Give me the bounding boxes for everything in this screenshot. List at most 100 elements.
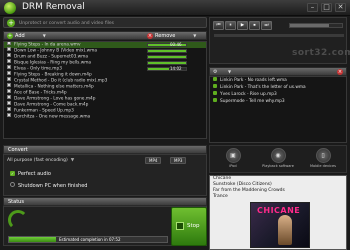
plus-icon: +: [7, 19, 15, 27]
file-name: Drum and Buzz - Supernet03.wma: [14, 54, 88, 60]
file-progress-fill: [148, 56, 186, 58]
status-section-header: Status: [3, 197, 207, 206]
disc-icon: ◉: [270, 148, 286, 163]
chevron-down-icon[interactable]: ▼: [228, 69, 231, 74]
radio-icon: [10, 182, 15, 187]
playlist-item[interactable]: Supermode - Tell me why.mp3: [210, 98, 346, 105]
file-name: Crystal Method - Do it (club radio mix).…: [14, 78, 108, 84]
volume-slider[interactable]: [289, 23, 343, 28]
device-shortcuts: ▣ iPod ◉ Playback software ▯ Mobile devi…: [209, 145, 347, 173]
playlist-item[interactable]: Linkin Park - That's the letter of us.wm…: [210, 84, 346, 91]
checkbox-icon[interactable]: [7, 59, 11, 63]
check-icon: [213, 77, 217, 81]
remove-icon: ×: [147, 33, 153, 39]
checkbox-icon[interactable]: [7, 53, 11, 57]
add-files-hint: Unprotect or convert audio and video fil…: [19, 21, 115, 26]
file-name: Metallica - Nothing else matters.m4p: [14, 84, 94, 90]
minimize-button[interactable]: –: [307, 3, 318, 12]
cover-brand: CHICANE: [257, 206, 301, 215]
left-panel: + Unprotect or convert audio and video f…: [3, 17, 207, 250]
playlist-item[interactable]: Yves Larock - Rise up.mp3: [210, 91, 346, 98]
convert-panel: All purpose (fast encoding) ▼ MP4 MP3 ✓ Pe…: [3, 154, 207, 196]
add-button[interactable]: + Add ▼: [7, 33, 46, 39]
format-mp4-button[interactable]: MP4: [145, 157, 162, 164]
file-name: Funkerman - Speed Up.mp3: [14, 108, 74, 114]
gear-icon[interactable]: ⚙: [213, 69, 217, 75]
device-ipod[interactable]: ▣ iPod: [213, 148, 253, 172]
file-name: Flying Steps - Breaking it down.m4p: [14, 72, 92, 78]
right-panel: ⏮ ⏸ ▶ ⏹ ⏭ sort32.com ⚙ ▼ × Linkin Park -…: [209, 17, 350, 250]
plus-icon: +: [7, 33, 13, 39]
playlist-item[interactable]: Linkin Park - No roads left.wma: [210, 77, 346, 84]
volume-fill: [290, 24, 329, 27]
close-button[interactable]: ✕: [335, 3, 346, 12]
progress-fill: [9, 237, 57, 242]
overall-progress-bar: Estimated completion in 07:52: [8, 236, 168, 243]
previous-button[interactable]: ⏮: [213, 21, 224, 30]
file-list[interactable]: Flying Steps - In da arena.wmv 00:46 Down …: [3, 41, 207, 139]
checkbox-icon[interactable]: [7, 47, 11, 51]
playlist-item-label: Linkin Park - That's the letter of us.wm…: [220, 85, 306, 90]
playlist[interactable]: Linkin Park - No roads left.wma Linkin Pa…: [209, 76, 347, 143]
checkbox-icon[interactable]: [7, 107, 11, 111]
track-info-panel: Chicane Sunstroke (Disco Citizens) Far f…: [209, 175, 347, 250]
convert-title: Convert: [8, 147, 28, 153]
maximize-button[interactable]: □: [321, 3, 332, 12]
status-title: Status: [8, 199, 24, 205]
next-button[interactable]: ⏭: [261, 21, 272, 30]
checkbox-icon[interactable]: [7, 89, 11, 93]
check-icon: ✓: [10, 171, 15, 176]
checkbox-icon[interactable]: [7, 83, 11, 87]
file-row[interactable]: Gorchitza - One new message.wma: [4, 113, 206, 120]
device-mobile[interactable]: ▯ Mobile devices: [303, 148, 343, 172]
watermark: sort32.com: [292, 48, 350, 58]
window-controls: – □ ✕: [307, 3, 346, 12]
file-name: Dave Armstrong - Love has gone.m4p: [14, 96, 96, 102]
shutdown-option[interactable]: Shutdown PC when finished: [10, 182, 87, 189]
title-bar: DRM Removal – □ ✕: [0, 0, 350, 16]
cover-figure: [278, 215, 292, 245]
file-progress-bar: [147, 49, 187, 53]
convert-section-header: Convert: [3, 145, 207, 154]
pause-button[interactable]: ⏸: [225, 21, 236, 30]
remove-button[interactable]: × Remove ▼: [147, 33, 196, 39]
add-files-prompt[interactable]: + Unprotect or convert audio and video f…: [3, 17, 207, 28]
file-progress-fill: [148, 62, 186, 64]
close-icon[interactable]: ×: [337, 69, 343, 75]
checkbox-icon[interactable]: [7, 42, 11, 45]
profile-select[interactable]: All purpose (fast encoding) ▼: [7, 158, 74, 163]
checkbox-icon[interactable]: [7, 95, 11, 99]
track-genre: Trance: [213, 194, 228, 199]
file-name: Gorchitza - One new message.wma: [14, 114, 91, 120]
checkbox-icon[interactable]: [7, 101, 11, 105]
device-playback[interactable]: ◉ Playback software: [258, 148, 298, 172]
playlist-item-label: Linkin Park - No roads left.wma: [220, 78, 287, 83]
check-icon: [213, 91, 217, 95]
format-mp3-button[interactable]: MP3: [170, 157, 187, 164]
playlist-item-label: Yves Larock - Rise up.mp3: [220, 92, 277, 97]
perfect-audio-option[interactable]: ✓ Perfect audio: [10, 171, 51, 177]
queue-toolbar: ⚙ ▼ ×: [209, 67, 347, 76]
file-name: Flying Steps - In da arena.wmv: [14, 42, 81, 48]
file-name: Bisque Iglesias - Ring my bells.wma: [14, 60, 92, 66]
stop-icon: [176, 222, 184, 230]
chevron-down-icon: ▼: [193, 33, 197, 38]
spinner-icon: [8, 210, 28, 230]
file-name: Down Low - Johnny B (Video mix).wma: [14, 48, 97, 54]
media-player: ⏮ ⏸ ▶ ⏹ ⏭ sort32.com: [209, 17, 350, 64]
stop-playback-button[interactable]: ⏹: [249, 21, 260, 30]
checkbox-icon[interactable]: [7, 71, 11, 75]
file-name: Dave Armstrong - Come back.m4p: [14, 102, 89, 108]
stop-button[interactable]: Stop: [171, 207, 207, 246]
checkbox-icon[interactable]: [7, 65, 11, 69]
checkbox-icon[interactable]: [7, 77, 11, 81]
play-button[interactable]: ▶: [237, 21, 248, 30]
album-cover: CHICANE: [250, 202, 310, 248]
chevron-down-icon: ▼: [70, 158, 75, 163]
seek-bar[interactable]: [214, 34, 344, 37]
ipod-icon: ▣: [225, 148, 241, 163]
app-logo-icon: [4, 2, 16, 14]
file-name: Elvea - Only time.mp3: [14, 66, 62, 72]
checkbox-icon[interactable]: [7, 113, 11, 117]
progress-text: Estimated completion in 07:52: [59, 237, 121, 242]
